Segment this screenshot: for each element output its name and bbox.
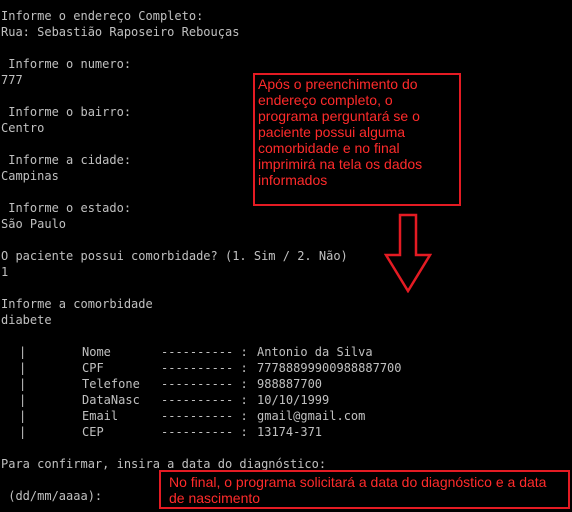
summary-dashes: ---------- : bbox=[161, 409, 248, 423]
prompt-city-label: Informe a cidade: bbox=[1, 153, 132, 167]
summary-dashes: ---------- : bbox=[161, 425, 248, 439]
neighborhood-value: Centro bbox=[1, 121, 45, 135]
summary-value-email: gmail@gmail.com bbox=[257, 409, 366, 423]
comorbidity-answer: 1 bbox=[1, 265, 9, 279]
summary-bar: | bbox=[19, 345, 27, 359]
prompt-comorbidity-label: Informe a comorbidade bbox=[1, 297, 153, 311]
summary-bar: | bbox=[19, 377, 27, 391]
date-format-input-prompt[interactable]: (dd/mm/aaaa): bbox=[1, 488, 102, 504]
prompt-neighborhood-label: Informe o bairro: bbox=[1, 105, 132, 119]
console-window: Informe o endereço Completo: Rua: Sebast… bbox=[0, 0, 572, 512]
annotation-bottom-note: No final, o programa solicitará a data d… bbox=[159, 470, 570, 509]
summary-value-cep: 13174-371 bbox=[257, 425, 323, 439]
summary-dashes: ---------- : bbox=[161, 345, 248, 359]
summary-field-birthdate: DataNasc bbox=[82, 393, 140, 407]
annotation-top-note: Após o preenchimento do endereço complet… bbox=[253, 73, 461, 206]
summary-dashes: ---------- : bbox=[161, 361, 248, 375]
address-value: Rua: Sebastião Raposeiro Rebouças bbox=[1, 25, 240, 39]
state-value: São Paulo bbox=[1, 217, 67, 231]
summary-value-birthdate: 10/10/1999 bbox=[257, 393, 330, 407]
prompt-comorbidity-question: O paciente possui comorbidade? (1. Sim /… bbox=[1, 249, 348, 263]
summary-field-phone: Telefone bbox=[82, 377, 140, 391]
summary-bar: | bbox=[19, 425, 27, 439]
summary-field-name: Nome bbox=[82, 345, 111, 359]
comorbidity-value: diabete bbox=[1, 313, 52, 327]
city-value: Campinas bbox=[1, 169, 59, 183]
summary-field-email: Email bbox=[82, 409, 119, 423]
summary-field-cpf: CPF bbox=[82, 361, 104, 375]
prompt-number-label: Informe o numero: bbox=[1, 57, 132, 71]
number-value: 777 bbox=[1, 73, 23, 87]
summary-dashes: ---------- : bbox=[161, 377, 248, 391]
prompt-address-label: Informe o endereço Completo: bbox=[1, 9, 204, 23]
summary-value-phone: 988887700 bbox=[257, 377, 323, 391]
summary-bar: | bbox=[19, 361, 27, 375]
summary-bar: | bbox=[19, 409, 27, 423]
summary-value-name: Antonio da Silva bbox=[257, 345, 373, 359]
summary-field-cep: CEP bbox=[82, 425, 104, 439]
down-arrow-icon bbox=[384, 213, 432, 293]
summary-dashes: ---------- : bbox=[161, 393, 248, 407]
prompt-state-label: Informe o estado: bbox=[1, 201, 132, 215]
summary-bar: | bbox=[19, 393, 27, 407]
summary-value-cpf: 77788899900988887700 bbox=[257, 361, 402, 375]
